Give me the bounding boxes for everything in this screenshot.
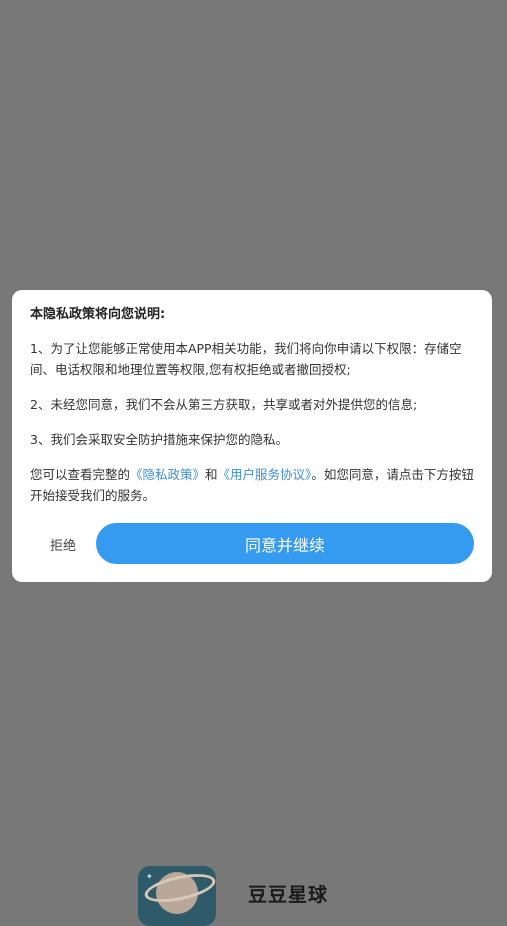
dialog-title: 本隐私政策将向您说明: bbox=[30, 307, 166, 322]
star-icon: ✦ bbox=[146, 872, 153, 881]
app-name: 豆豆星球 bbox=[248, 884, 329, 906]
privacy-dialog: 本隐私政策将向您说明: 1、为了让您能够正常使用本APP相关功能，我们将向你申请… bbox=[12, 290, 492, 582]
security-paragraph: 3、我们会采取安全防护措施来保护您的隐私。 bbox=[30, 432, 288, 447]
app-logo: ✦ bbox=[138, 866, 216, 926]
notice-and: 和 bbox=[205, 467, 218, 482]
notice-paragraph: 您可以查看完整的《隐私政策》和《用户服务协议》。如您同意，请点击下方按钮开始接受… bbox=[30, 464, 474, 506]
reject-button[interactable]: 拒绝 bbox=[50, 535, 76, 554]
permission-paragraph: 1、为了让您能够正常使用本APP相关功能，我们将向你申请以下权限：存储空间、电话… bbox=[30, 341, 462, 377]
terms-link[interactable]: 《用户服务协议》 bbox=[218, 467, 312, 482]
privacy-policy-link[interactable]: 《隐私政策》 bbox=[130, 467, 205, 482]
third-party-paragraph: 2、未经您同意，我们不会从第三方获取，共享或者对外提供您的信息; bbox=[30, 397, 418, 412]
dialog-actions: 拒绝 同意并继续 bbox=[12, 523, 492, 564]
notice-prefix: 您可以查看完整的 bbox=[30, 467, 131, 482]
agree-continue-button[interactable]: 同意并继续 bbox=[96, 523, 474, 564]
